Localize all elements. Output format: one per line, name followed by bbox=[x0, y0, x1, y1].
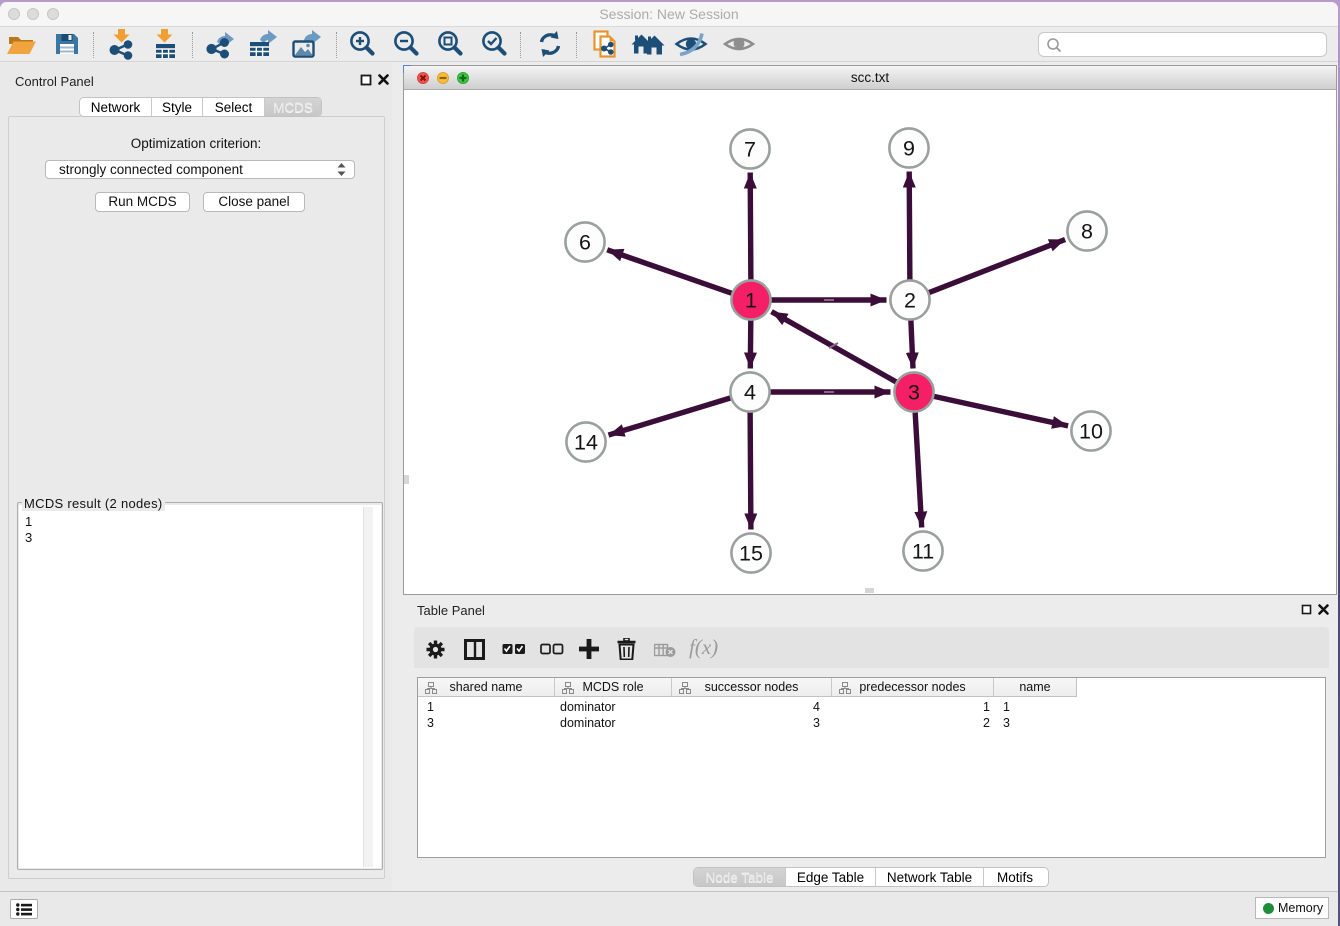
svg-text:4: 4 bbox=[744, 381, 756, 405]
svg-text:1: 1 bbox=[745, 289, 757, 313]
svg-text:14: 14 bbox=[574, 431, 598, 455]
svg-text:2: 2 bbox=[904, 289, 916, 313]
svg-text:7: 7 bbox=[744, 138, 756, 162]
svg-text:8: 8 bbox=[1081, 220, 1093, 244]
svg-text:11: 11 bbox=[912, 540, 934, 564]
svg-text:15: 15 bbox=[739, 542, 763, 566]
svg-text:9: 9 bbox=[903, 137, 915, 161]
svg-text:10: 10 bbox=[1079, 420, 1103, 444]
svg-text:3: 3 bbox=[908, 381, 920, 405]
svg-text:6: 6 bbox=[579, 231, 591, 255]
